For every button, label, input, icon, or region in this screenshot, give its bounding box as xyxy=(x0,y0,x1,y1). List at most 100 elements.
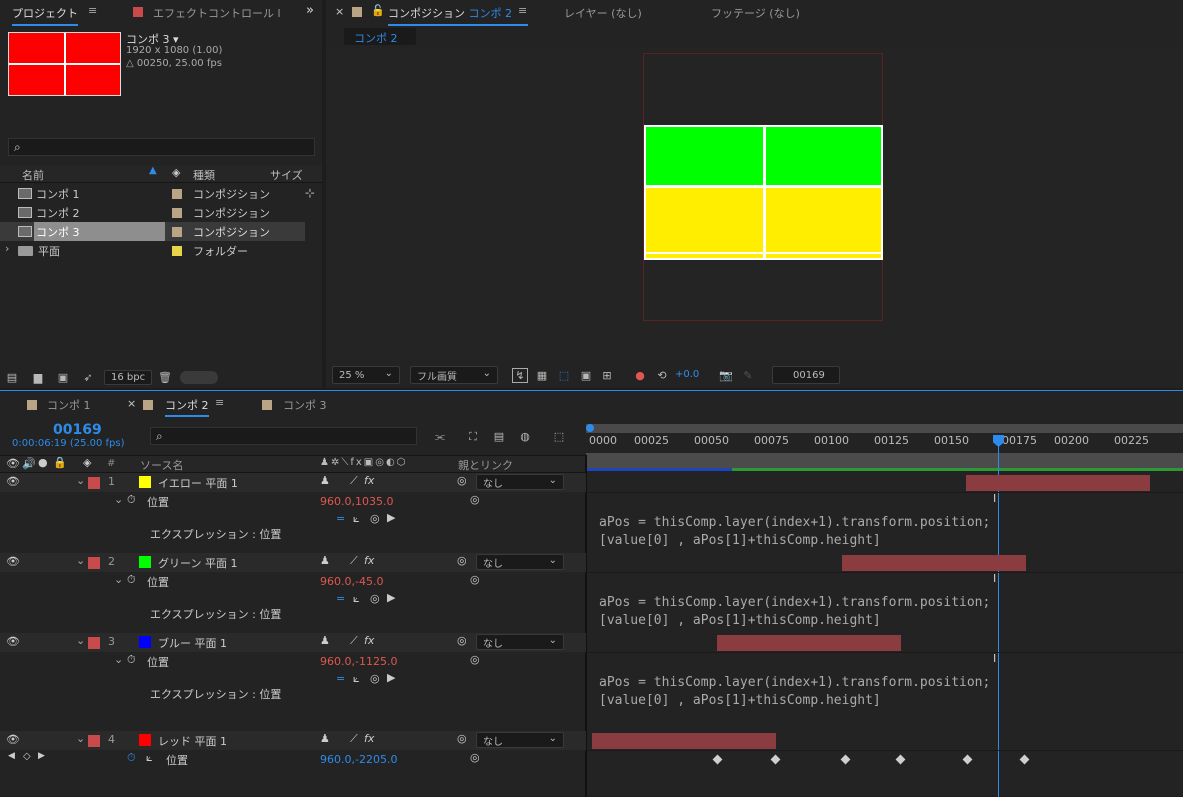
resolution-select[interactable]: フル画質 ⌄ xyxy=(410,366,498,384)
language-menu-icon[interactable]: ▶ xyxy=(387,591,395,604)
chevron-down-icon[interactable]: ⌄ xyxy=(76,732,85,745)
pickwhip-icon[interactable]: ◎ xyxy=(470,573,480,586)
label-swatch[interactable] xyxy=(172,227,182,237)
next-keyframe-icon[interactable]: ▶ xyxy=(38,751,45,761)
pickwhip-icon[interactable]: ◎ xyxy=(457,634,467,647)
shy-switch-icon[interactable]: ♟ xyxy=(320,634,330,647)
region-of-interest-icon[interactable]: ▣ xyxy=(578,368,594,383)
bit-depth-button[interactable]: 16 bpc xyxy=(104,370,152,385)
zoom-select[interactable]: 25 % ⌄ xyxy=(332,366,400,384)
project-item[interactable]: コンポ 2 コンポジション xyxy=(0,203,305,222)
quality-switch-icon[interactable]: ⟋ xyxy=(350,732,358,746)
label-swatch[interactable] xyxy=(88,557,100,569)
project-item[interactable]: › 平面 フォルダー xyxy=(0,241,305,260)
lock-icon[interactable]: 🔒 xyxy=(53,456,67,469)
col-name-header[interactable]: 名前 xyxy=(22,167,44,183)
language-menu-icon[interactable]: ▶ xyxy=(387,511,395,524)
shy-layers-icon[interactable]: ⛶ xyxy=(464,429,482,444)
property-row[interactable]: ◀ ◇ ▶ ⏱ ⟀ 位置 960.0,-2205.0 ◎ xyxy=(0,750,586,769)
label-swatch[interactable] xyxy=(88,735,100,747)
shy-switch-icon[interactable]: ♟ xyxy=(320,554,330,567)
chevron-down-icon[interactable]: ⌄ xyxy=(76,554,85,567)
panel-menu-icon[interactable]: ≡ xyxy=(88,4,97,17)
chevron-down-icon[interactable]: ⌄ xyxy=(76,474,85,487)
quality-switch-icon[interactable]: ⟋ xyxy=(350,634,358,648)
layer-name[interactable]: イエロー 平面 1 xyxy=(158,475,238,491)
expression-editor[interactable]: aPos = thisComp.layer(index+1).transform… xyxy=(599,514,990,550)
work-area-start-handle[interactable] xyxy=(586,424,594,432)
panel-menu-icon[interactable]: ≡ xyxy=(518,4,527,17)
tab-footage[interactable]: フッテージ (なし) xyxy=(711,5,800,21)
chevron-down-icon[interactable]: ⌄ xyxy=(114,573,123,586)
project-item[interactable]: コンポ 1 コンポジション xyxy=(0,184,305,203)
position-value[interactable]: 960.0,-45.0 xyxy=(320,575,383,588)
fx-switch-icon[interactable]: fx xyxy=(364,634,374,647)
pickwhip-icon[interactable]: ◎ xyxy=(370,512,380,525)
solo-icon[interactable]: ● xyxy=(38,456,48,469)
property-row[interactable]: ⌄ ⏱ 位置 960.0,1035.0 ◎ xyxy=(0,492,586,511)
current-frame-field[interactable]: 00169 xyxy=(772,366,840,384)
switches-header-icons[interactable]: ♟✲⟍fx▣◎◐⬡ xyxy=(320,457,407,468)
eye-icon[interactable]: 👁 xyxy=(6,555,20,568)
layer-name[interactable]: レッド 平面 1 xyxy=(158,733,227,749)
time-ruler[interactable]: 0000 00025 00050 00075 00100 00125 00150… xyxy=(586,433,1183,451)
flowchart-icon[interactable]: ⊹ xyxy=(305,186,315,200)
position-value[interactable]: 960.0,1035.0 xyxy=(320,495,393,508)
keyframe[interactable] xyxy=(895,754,906,765)
pickwhip-icon[interactable]: ◎ xyxy=(457,554,467,567)
motion-blur-icon[interactable]: ◍ xyxy=(516,429,534,444)
language-menu-icon[interactable]: ▶ xyxy=(387,671,395,684)
lock-icon[interactable]: 🔓 xyxy=(371,4,385,17)
col-size-header[interactable]: サイズ xyxy=(270,167,303,183)
graph-editor-icon[interactable]: ⬚ xyxy=(550,429,568,444)
layer-name[interactable]: ブルー 平面 1 xyxy=(158,635,227,651)
mask-visibility-icon[interactable]: ⬚ xyxy=(556,368,572,383)
exposure-value[interactable]: +0.0 xyxy=(675,369,699,380)
parent-select[interactable]: なし ⌄ xyxy=(476,474,564,490)
pickwhip-icon[interactable]: ◎ xyxy=(470,653,480,666)
label-tag-icon[interactable]: ◈ xyxy=(83,456,91,469)
label-swatch[interactable] xyxy=(172,189,182,199)
layer-name[interactable]: グリーン 平面 1 xyxy=(158,555,237,571)
layer-bar[interactable] xyxy=(717,635,901,651)
audio-icon[interactable]: 🔊 xyxy=(22,457,36,470)
add-keyframe-icon[interactable]: ◇ xyxy=(23,751,31,762)
property-row[interactable]: ⌄ ⏱ 位置 960.0,-45.0 ◎ xyxy=(0,572,586,591)
pickwhip-icon[interactable]: ◎ xyxy=(470,751,480,764)
snapshot-camera-icon[interactable]: 📷 xyxy=(718,368,734,383)
pickwhip-icon[interactable]: ◎ xyxy=(457,732,467,745)
keyframe[interactable] xyxy=(770,754,781,765)
show-snapshot-icon[interactable]: ✎ xyxy=(740,368,756,383)
expression-enable-icon[interactable]: = xyxy=(336,512,345,525)
layer-bar[interactable] xyxy=(842,555,1026,571)
tab-layer[interactable]: レイヤー (なし) xyxy=(564,5,642,21)
col-source-header[interactable]: ソース名 xyxy=(140,457,183,473)
keyframe[interactable] xyxy=(840,754,851,765)
layer-bar[interactable] xyxy=(966,475,1150,491)
panel-menu-icon[interactable]: ≡ xyxy=(215,396,224,409)
stopwatch-icon[interactable]: ⏱ xyxy=(127,653,136,667)
shy-switch-icon[interactable]: ♟ xyxy=(320,474,330,487)
tab-comp-2[interactable]: コンポ 2 xyxy=(165,397,209,417)
expand-panels-icon[interactable]: » xyxy=(306,3,314,18)
viewer-canvas[interactable] xyxy=(326,48,1183,361)
fx-switch-icon[interactable]: fx xyxy=(364,732,374,745)
grid-guides-icon[interactable]: ⊞ xyxy=(599,368,615,383)
layer-row[interactable]: 👁 ⌄ 4 レッド 平面 1 ♟ ⟋ fx ◎ なし ⌄ xyxy=(0,731,586,750)
comp-breadcrumb[interactable]: コンポ 2 xyxy=(344,28,416,45)
col-parent-header[interactable]: 親とリンク xyxy=(458,457,513,473)
layer-row[interactable]: 👁 ⌄ 3 ブルー 平面 1 ♟ ⟋ fx ◎ なし ⌄ xyxy=(0,633,586,652)
tab-composition[interactable]: コンポジション コンポ 2 xyxy=(388,5,528,26)
new-comp-icon[interactable]: ▣ xyxy=(55,370,71,384)
parent-select[interactable]: なし ⌄ xyxy=(476,732,564,748)
label-swatch[interactable] xyxy=(172,208,182,218)
expression-enable-icon[interactable]: = xyxy=(336,672,345,685)
fx-switch-icon[interactable]: fx xyxy=(364,474,374,487)
graph-icon[interactable]: ⟀ xyxy=(353,672,360,686)
close-icon[interactable]: × xyxy=(335,5,344,18)
quality-switch-icon[interactable]: ⟋ xyxy=(350,474,358,488)
keyframe[interactable] xyxy=(962,754,973,765)
eye-icon[interactable]: 👁 xyxy=(6,475,20,488)
label-tag-icon[interactable]: ◈ xyxy=(172,166,180,179)
tab-comp-1[interactable]: コンポ 1 xyxy=(47,397,91,413)
